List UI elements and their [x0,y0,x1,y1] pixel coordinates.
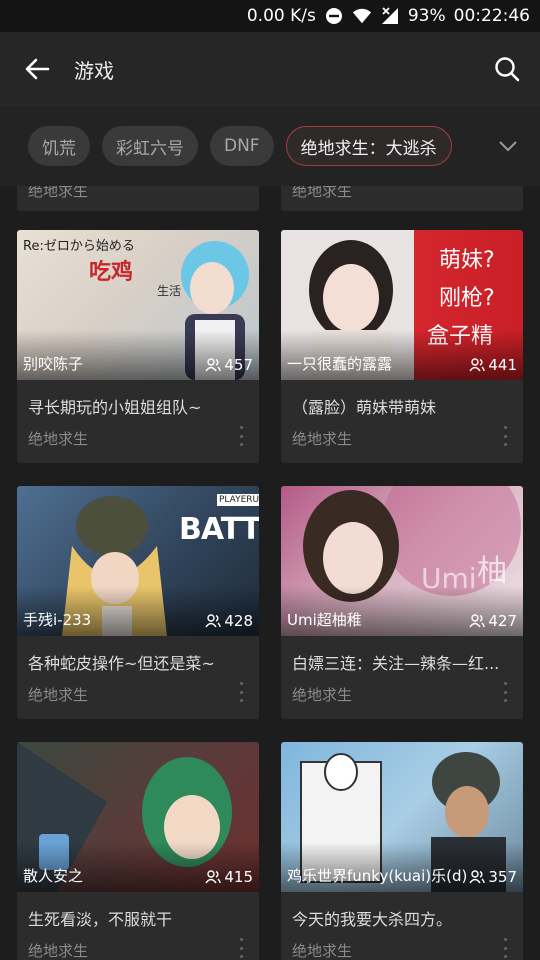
streamer-name: 手残i-233 [23,611,92,629]
thumb-caption: 生活 [157,284,182,298]
stream-card[interactable]: PLAYERUN BATTLEG 手残i-233 428 各种蛇皮操作~但还是菜… [17,486,259,719]
stream-thumbnail: 萌妹? 刚枪? 盒子精 一只很蠢的露露 441 [281,230,523,380]
stream-card[interactable]: 鸡乐世界funky(kuai)乐(d) 357 今天的我要大杀四方。 绝地求生 [281,742,523,960]
viewers-icon [469,358,486,372]
stream-title: 今天的我要大杀四方。 [292,910,453,928]
clock: 00:22:46 [453,6,530,26]
app-bar: 游戏 [0,32,540,106]
streamer-name: 鸡乐世界funky(kuai)乐(d) [287,867,467,885]
card-meta: 绝地求生 [281,672,523,714]
chip-rainbow-six[interactable]: 彩虹六号 [102,126,198,166]
more-options-button[interactable] [501,426,509,446]
stream-card[interactable]: 散人安之 415 生死看淡，不服就干 绝地求生 [17,742,259,960]
card-meta: 绝地求生 [17,928,259,960]
stream-title: 寻长期玩的小姐姐组队~ [28,398,202,416]
chip-dnf[interactable]: DNF [210,126,274,166]
expand-chips-button[interactable] [494,132,522,160]
more-options-button[interactable] [237,426,245,446]
stream-card[interactable]: 萌妹? 刚枪? 盒子精 一只很蠢的露露 441 （露脸）萌妹带萌妹 绝地求生 [281,230,523,463]
stream-title: 各种蛇皮操作~但还是菜~ [28,654,215,672]
stream-card-partial[interactable]: 绝地求生 [17,186,259,211]
card-meta: 绝地求生 [17,416,259,458]
battery-level: 93% [407,6,446,26]
viewer-count-value: 427 [488,612,517,630]
viewers-icon [205,870,222,884]
card-category: 绝地求生 [28,186,89,200]
thumb-caption: Re:ゼロから始める [23,239,135,254]
viewers-icon [205,614,222,628]
viewer-count: 357 [469,868,517,886]
thumb-caption: 刚枪? [439,286,495,311]
stream-title: 生死看淡，不服就干 [28,910,173,928]
viewers-icon [469,870,486,884]
viewer-count-value: 357 [488,868,517,886]
more-options-button[interactable] [501,938,509,958]
streamer-name: 散人安之 [23,867,84,885]
card-category: 绝地求生 [292,942,353,960]
chip-pubg[interactable]: 绝地求生：大逃杀 [285,126,452,166]
stream-card[interactable]: Umi 柚 Umi超柚稚 427 白嫖三连：关注—辣条—红... 绝地求生 [281,486,523,719]
thumb-caption: 萌妹? [439,248,495,273]
card-category: 绝地求生 [28,430,89,448]
stream-grid: 绝地求生 绝地求生 Re:ゼロから始める 吃鸡 生活 别咬陈子 457 寻长期玩… [0,186,540,960]
status-bar: 0.00 K/s 93% 00:22:46 [0,0,540,32]
signal-off-icon [380,6,400,26]
search-button[interactable] [486,48,528,90]
more-options-button[interactable] [237,938,245,958]
chevron-down-icon [499,141,517,152]
viewer-count: 427 [469,612,517,630]
viewer-count-value: 415 [224,868,253,886]
streamer-name: Umi超柚稚 [287,611,362,629]
page-title: 游戏 [74,58,114,83]
viewer-count-value: 441 [488,356,517,374]
network-speed: 0.00 K/s [246,6,316,26]
card-meta: 绝地求生 [281,928,523,960]
back-button[interactable] [0,32,74,106]
arrow-back-icon [25,58,50,80]
card-category: 绝地求生 [292,186,353,200]
search-icon [495,57,520,82]
thumb-caption: BATTLEG [179,512,259,547]
stream-thumbnail: 鸡乐世界funky(kuai)乐(d) 357 [281,742,523,892]
chip-dont-starve[interactable]: 饥荒 [28,126,90,166]
stream-card-partial[interactable]: 绝地求生 [281,186,523,211]
card-category: 绝地求生 [28,942,89,960]
stream-title: 白嫖三连：关注—辣条—红... [292,654,500,672]
category-chip-bar: 饥荒 彩虹六号 DNF 绝地求生：大逃杀 [0,106,540,186]
card-category: 绝地求生 [292,686,353,704]
viewer-count: 441 [469,356,517,374]
stream-card[interactable]: Re:ゼロから始める 吃鸡 生活 别咬陈子 457 寻长期玩的小姐姐组队~ 绝地… [17,230,259,463]
viewer-count: 457 [205,356,253,374]
card-category: 绝地求生 [28,686,89,704]
stream-thumbnail: Umi 柚 Umi超柚稚 427 [281,486,523,636]
card-meta: 绝地求生 [281,416,523,458]
do-not-disturb-icon [324,6,344,26]
viewers-icon [205,358,222,372]
viewer-count: 415 [205,868,253,886]
more-options-button[interactable] [237,682,245,702]
viewer-count: 428 [205,612,253,630]
thumb-caption: 柚 [477,554,507,589]
stream-thumbnail: 散人安之 415 [17,742,259,892]
viewer-count-value: 428 [224,612,253,630]
streamer-name: 一只很蠢的露露 [287,355,393,373]
wifi-icon [352,6,372,26]
viewers-icon [469,614,486,628]
stream-thumbnail: PLAYERUN BATTLEG 手残i-233 428 [17,486,259,636]
card-category: 绝地求生 [292,430,353,448]
stream-title: （露脸）萌妹带萌妹 [292,398,437,416]
thumb-caption: PLAYERUN [217,494,259,506]
card-meta: 绝地求生 [17,672,259,714]
thumb-caption: 吃鸡 [89,260,134,285]
viewer-count-value: 457 [224,356,253,374]
stream-thumbnail: Re:ゼロから始める 吃鸡 生活 别咬陈子 457 [17,230,259,380]
streamer-name: 别咬陈子 [23,355,84,373]
more-options-button[interactable] [501,682,509,702]
